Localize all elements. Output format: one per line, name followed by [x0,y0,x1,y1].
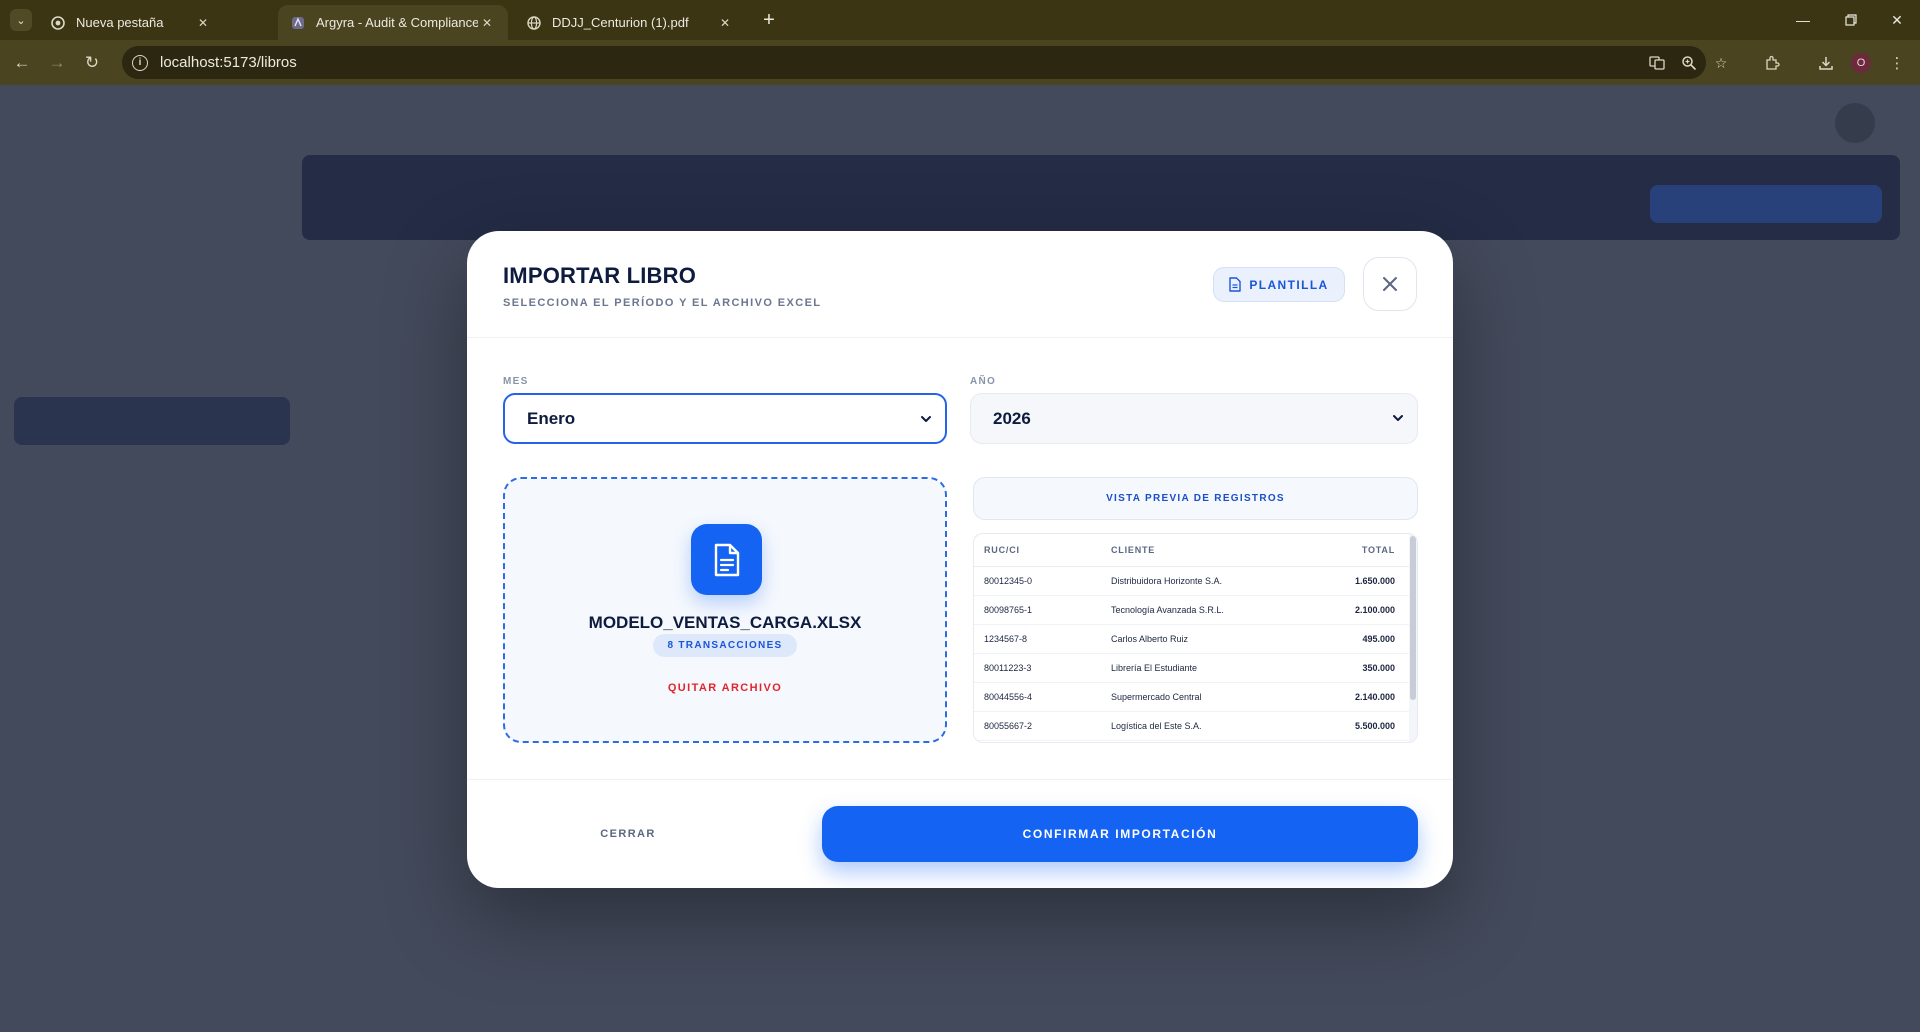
chevron-down-icon [921,416,931,422]
cell-ruc: 1234567-8 [984,634,1028,644]
import-modal: IMPORTAR LIBRO SELECCIONA EL PERÍODO Y E… [467,231,1453,888]
new-tab-icon[interactable]: + [757,8,781,32]
site-info-icon[interactable]: i [132,54,148,71]
tab-title: DDJJ_Centurion (1).pdf [552,15,689,30]
tab-close-icon[interactable]: ✕ [194,14,212,32]
template-button[interactable]: PLANTILLA [1213,267,1345,302]
month-label: MES [503,376,529,387]
tab-pdf[interactable]: DDJJ_Centurion (1).pdf ✕ [514,5,746,40]
template-button-label: PLANTILLA [1249,277,1329,292]
cell-total: 1.650.000 [1354,576,1395,586]
minimize-icon[interactable]: — [1780,0,1826,40]
browser-tab-bar: ⌄ Nueva pestaña ✕ Argyra - Audit & Compl… [0,0,1920,40]
zoom-icon[interactable] [1680,54,1698,72]
tab-close-icon[interactable]: ✕ [478,14,496,32]
background-sidebar-active-item [14,397,290,445]
cell-cliente: Logística del Este S.A. [1111,721,1202,731]
table-row: 80044556-4 Supermercado Central 2.140.00… [974,683,1411,712]
month-select[interactable]: Enero [503,393,947,444]
browser-menu-icon[interactable]: ⋮ [1886,52,1908,74]
bookmark-star-icon[interactable]: ☆ [1712,54,1730,72]
table-header: RUC/CI CLIENTE TOTAL [974,534,1411,567]
browser-toolbar: ← → ↻ i localhost:5173/libros ☆ O ⋮ [0,40,1920,85]
preview-table: RUC/CI CLIENTE TOTAL 80012345-0 Distribu… [973,533,1418,743]
table-scrollbar-thumb[interactable] [1410,536,1416,700]
year-label: AÑO [970,376,997,387]
cell-cliente: Librería El Estudiante [1111,663,1198,673]
profile-avatar[interactable]: O [1851,53,1871,73]
background-action-button [1650,185,1882,223]
tab-nueva-pestana[interactable]: Nueva pestaña ✕ [38,5,224,40]
cell-total: 350.000 [1362,663,1395,673]
cell-total: 2.100.000 [1354,605,1395,615]
remove-file-button[interactable]: QUITAR ARCHIVO [505,682,945,694]
cell-total: 5.500.000 [1354,721,1395,731]
preview-records-button[interactable]: VISTA PREVIA DE REGISTROS [973,477,1418,520]
app-favicon [290,15,306,31]
table-row: 80012345-0 Distribuidora Horizonte S.A. … [974,567,1411,596]
globe-icon [526,15,542,31]
transactions-badge: 8 TRANSACCIONES [653,634,797,657]
chrome-icon [50,15,66,31]
url-text: localhost:5173/libros [160,54,297,71]
transactions-badge-wrap: 8 TRANSACCIONES [505,634,945,657]
cell-total: 495.000 [1362,634,1395,644]
table-row: 1234567-8 Carlos Alberto Ruiz 495.000 [974,625,1411,654]
document-icon [1229,277,1242,292]
address-bar[interactable]: i localhost:5173/libros ☆ [122,46,1727,79]
tab-close-icon[interactable]: ✕ [716,14,734,32]
cell-ruc: 80012345-0 [984,576,1033,586]
background-avatar [1835,103,1875,143]
modal-header: IMPORTAR LIBRO SELECCIONA EL PERÍODO Y E… [467,231,1453,338]
table-row: 80055667-2 Logística del Este S.A. 5.500… [974,712,1411,741]
file-dropzone[interactable]: MODELO_VENTAS_CARGA.XLSX 8 TRANSACCIONES… [503,477,947,743]
tab-title: Nueva pestaña [76,15,164,30]
tab-argyra[interactable]: Argyra - Audit & Compliance ✕ [278,5,508,40]
column-header-ruc: RUC/CI [984,545,1020,555]
modal-subtitle: SELECCIONA EL PERÍODO Y EL ARCHIVO EXCEL [503,297,822,309]
cell-ruc: 80044556-4 [984,692,1033,702]
back-icon[interactable]: ← [8,49,36,77]
cell-cliente: Carlos Alberto Ruiz [1111,634,1189,644]
cell-ruc: 80011223-3 [984,663,1032,673]
table-row: 80011223-3 Librería El Estudiante 350.00… [974,654,1411,683]
confirm-import-button[interactable]: CONFIRMAR IMPORTACIÓN [822,806,1418,862]
window-close-icon[interactable]: ✕ [1874,0,1920,40]
reload-icon[interactable]: ↻ [78,49,106,77]
spreadsheet-file-icon [691,524,762,595]
download-icon[interactable] [1815,52,1837,74]
month-select-value: Enero [527,408,576,428]
cell-ruc: 80055667-2 [984,721,1033,731]
file-name: MODELO_VENTAS_CARGA.XLSX [588,613,862,632]
modal-close-button[interactable] [1363,257,1417,311]
cell-cliente: Distribuidora Horizonte S.A. [1111,576,1223,586]
column-header-total: TOTAL [1361,545,1395,555]
close-button[interactable]: CERRAR [503,806,753,861]
cell-cliente: Supermercado Central [1111,692,1202,702]
translate-icon[interactable] [1648,54,1666,72]
modal-title: IMPORTAR LIBRO [503,263,697,288]
tab-search-icon[interactable]: ⌄ [10,9,32,31]
year-select[interactable]: 2026 [970,393,1418,444]
modal-footer-divider [467,779,1453,780]
extensions-icon[interactable] [1761,52,1783,74]
cell-ruc: 80098765-1 [984,605,1033,615]
table-scrollbar[interactable] [1409,534,1417,742]
forward-icon[interactable]: → [43,49,71,77]
year-select-value: 2026 [993,408,1031,428]
column-header-cliente: CLIENTE [1111,545,1156,555]
cell-total: 2.140.000 [1354,692,1395,702]
restore-icon[interactable] [1828,0,1874,40]
cell-cliente: Tecnología Avanzada S.R.L. [1111,605,1224,615]
tab-title: Argyra - Audit & Compliance [316,15,478,30]
table-row: 80098765-1 Tecnología Avanzada S.R.L. 2.… [974,596,1411,625]
chevron-down-icon [1393,415,1403,421]
close-icon [1383,277,1397,291]
